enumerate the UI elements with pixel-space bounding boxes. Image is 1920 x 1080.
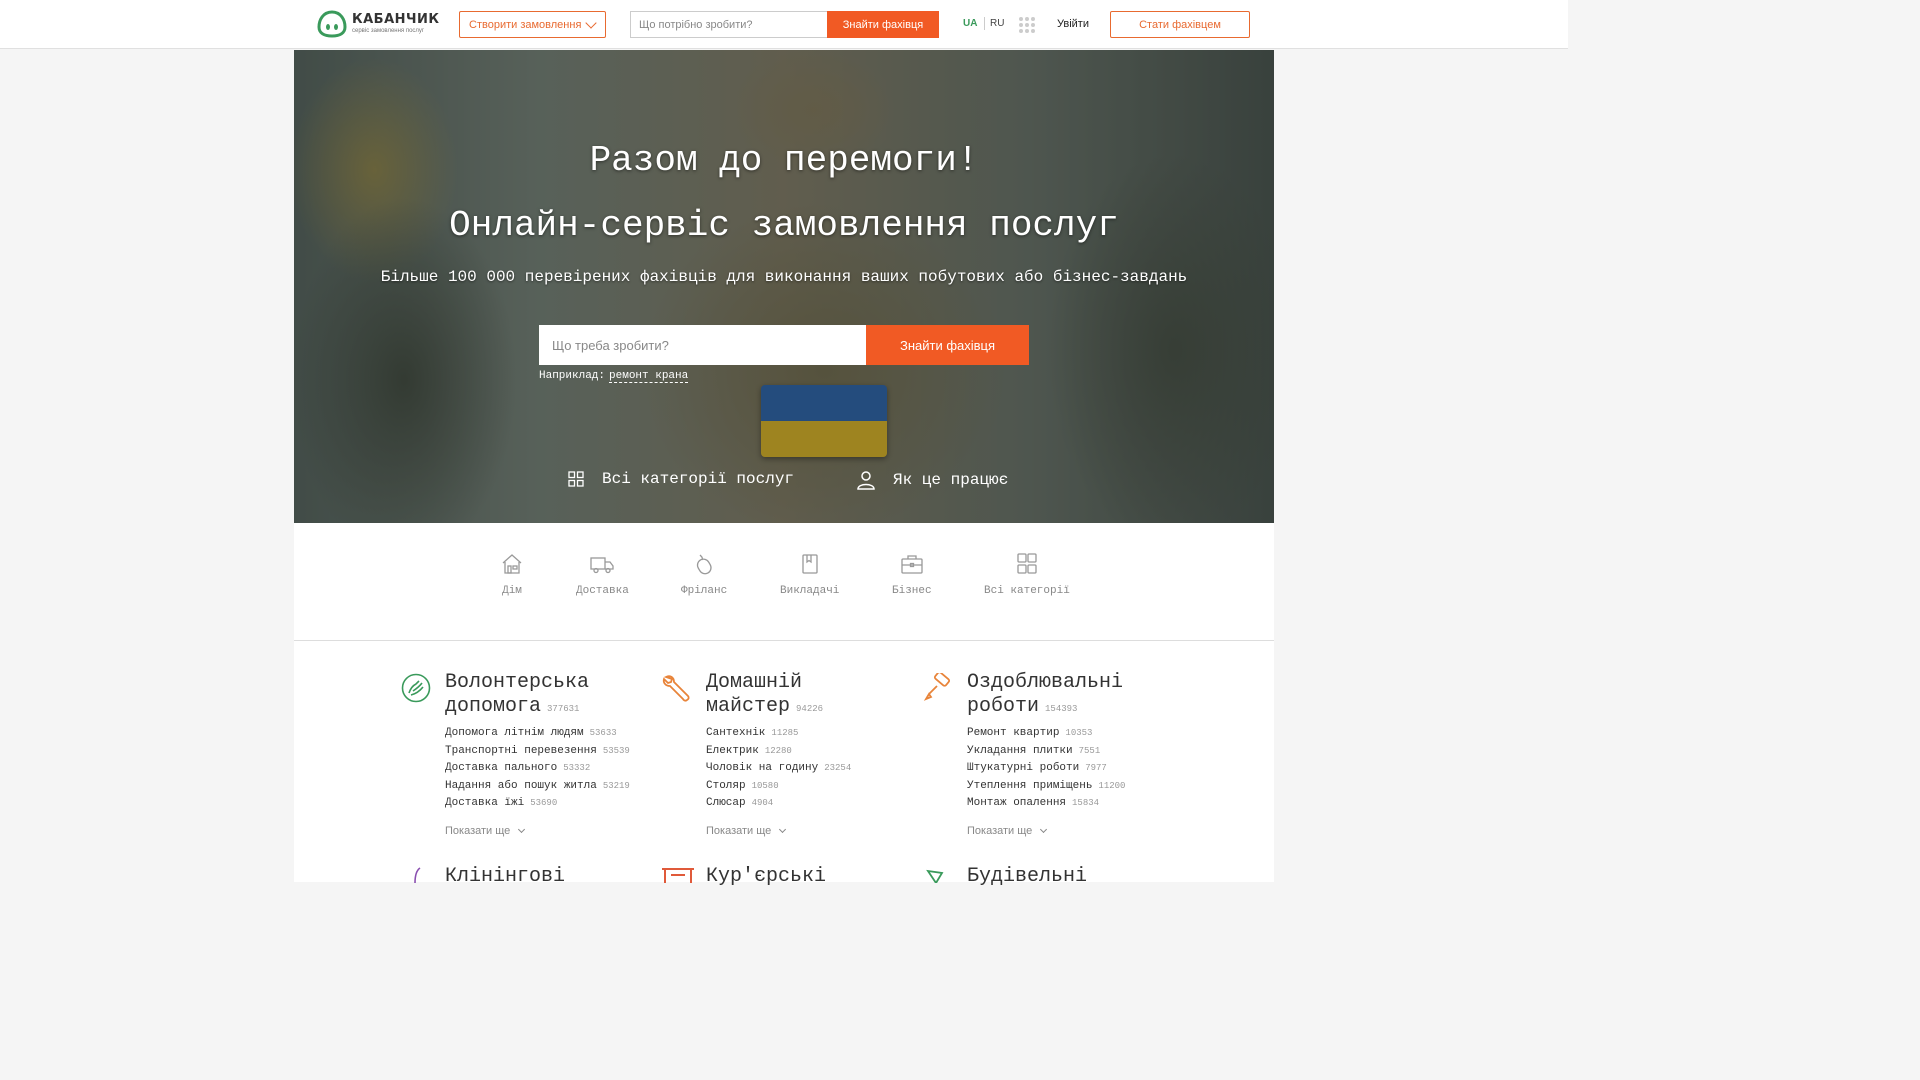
list-item[interactable]: Чоловік на годину 23254 [706, 760, 956, 778]
list-item[interactable]: Сантехнік 11285 [706, 725, 956, 743]
header-find-button[interactable]: Знайти фахівця [827, 11, 939, 38]
category-count: 94226 [796, 704, 824, 714]
category-handyman: Домашній майстер 94226 Сантехнік 11285 Еле… [662, 671, 956, 837]
briefcase-icon [901, 555, 923, 574]
paint-roller-icon [923, 673, 951, 701]
tab-delivery[interactable]: Доставка [576, 553, 629, 597]
show-more-link[interactable]: Показати ще [445, 825, 695, 837]
truck-icon [590, 557, 615, 574]
search-example: Наприклад: ремонт крана [539, 370, 689, 383]
tab-business-label: Бізнес [892, 585, 932, 597]
categories-section: Волонтерська допомога 377631 Допомога літ… [294, 641, 1274, 888]
hero-find-button[interactable]: Знайти фахівця [866, 325, 1029, 365]
show-more-link[interactable]: Показати ще [967, 825, 1217, 837]
logo-pig-icon [317, 10, 347, 38]
tab-freelance[interactable]: Фріланс [681, 553, 727, 597]
logo-tagline: сервіс замовлення послуг [352, 28, 425, 34]
list-item[interactable]: Укладання плитки 7551 [967, 743, 1217, 761]
category-finishing: Оздоблювальні роботи 154393 Ремонт кварти… [923, 671, 1217, 837]
tab-teachers[interactable]: Викладачі [780, 553, 839, 597]
cleaning-spray-icon [414, 867, 421, 883]
hero-banner: Разом до перемоги! Онлайн-сервіс замовле… [294, 50, 1274, 523]
subcategory-list: Сантехнік 11285 Електрик 12280 Чоловік на … [706, 725, 956, 813]
category-cleaning-title[interactable]: Клінінгові [445, 865, 565, 888]
apps-grid-icon[interactable] [1019, 17, 1035, 33]
category-tabs: Дім Доставка Фріланс Викладачі Бізнес Вс… [294, 523, 1274, 641]
create-order-label: Створити замовлення [469, 18, 582, 31]
list-item[interactable]: Доставка пального 53332 [445, 760, 695, 778]
category-title[interactable]: Волонтерська допомога 377631 [445, 671, 695, 721]
how-it-works-link[interactable]: Як це працює [857, 470, 1008, 490]
category-count: 154393 [1045, 704, 1078, 714]
tab-delivery-label: Доставка [576, 585, 629, 597]
example-label: Наприклад: [539, 370, 606, 382]
volunteer-hand-icon [401, 673, 431, 703]
book-icon [802, 554, 818, 574]
lang-divider [984, 17, 985, 30]
wrench-icon [662, 675, 690, 702]
logo[interactable]: КАБАНЧИК сервіс замовлення послуг [317, 10, 440, 38]
tab-home-label: Дім [502, 585, 522, 597]
tab-all-categories[interactable]: Всі категорії [984, 553, 1070, 597]
hero-title-slogan: Разом до перемоги! [589, 140, 979, 181]
become-specialist-button[interactable]: Стати фахівцем [1110, 11, 1250, 38]
login-link[interactable]: Увійти [1057, 18, 1089, 30]
lang-ua[interactable]: UA [963, 18, 977, 29]
tab-freelance-label: Фріланс [681, 585, 728, 597]
mouse-icon [696, 554, 712, 575]
category-title[interactable]: Оздоблювальні роботи 154393 [967, 671, 1217, 721]
category-courier-title[interactable]: Кур'єрські [706, 865, 826, 888]
list-item[interactable]: Столяр 10580 [706, 778, 956, 796]
list-item[interactable]: Транспортні перевезення 53539 [445, 743, 695, 761]
category-title[interactable]: Домашній майстер 94226 [706, 671, 956, 721]
list-item[interactable]: Допомога літнім людям 53633 [445, 725, 695, 743]
list-item[interactable]: Утеплення приміщень 11200 [967, 778, 1217, 796]
example-link[interactable]: ремонт крана [609, 370, 689, 383]
grid-icon [568, 471, 584, 487]
grid-icon [1017, 553, 1037, 574]
list-item[interactable]: Електрик 12280 [706, 743, 956, 761]
tab-all-categories-label: Всі категорії [984, 585, 1070, 597]
category-construction-title[interactable]: Будівельні [967, 865, 1087, 888]
construction-trowel-icon [926, 869, 944, 883]
hero-title: Онлайн-сервіс замовлення послуг [449, 205, 1119, 246]
category-count: 377631 [547, 704, 580, 714]
chevron-down-icon [518, 825, 526, 833]
all-categories-label: Всі категорії послуг [602, 470, 795, 488]
list-item[interactable]: Надання або пошук житла 53219 [445, 778, 695, 796]
top-header: КАБАНЧИК сервіс замовлення послуг Створи… [0, 0, 1568, 49]
list-item[interactable]: Слюсар 4904 [706, 795, 956, 813]
tab-business[interactable]: Бізнес [892, 553, 932, 597]
hero-subtitle: Більше 100 000 перевірених фахівців для … [380, 268, 1188, 286]
list-item[interactable]: Доставка їжі 53690 [445, 795, 695, 813]
tab-teachers-label: Викладачі [780, 585, 840, 597]
list-item[interactable]: Монтаж опалення 15834 [967, 795, 1217, 813]
house-icon [502, 554, 522, 574]
header-search-input[interactable] [630, 11, 828, 38]
list-item[interactable]: Ремонт квартир 10353 [967, 725, 1217, 743]
how-it-works-label: Як це працює [893, 471, 1009, 489]
show-more-link[interactable]: Показати ще [706, 825, 956, 837]
person-icon [857, 471, 875, 490]
subcategory-list: Ремонт квартир 10353 Укладання плитки 7551… [967, 725, 1217, 813]
chevron-down-icon [585, 17, 597, 29]
courier-box-icon [662, 868, 694, 883]
subcategory-list: Допомога літнім людям 53633 Транспортні п… [445, 725, 695, 813]
lang-ru[interactable]: RU [990, 18, 1004, 29]
create-order-dropdown[interactable]: Створити замовлення [459, 11, 606, 38]
chevron-down-icon [1040, 825, 1048, 833]
tab-home[interactable]: Дім [500, 553, 524, 597]
logo-name: КАБАНЧИК [352, 12, 440, 27]
hero-search-input[interactable] [539, 325, 866, 365]
category-volunteer: Волонтерська допомога 377631 Допомога літ… [401, 671, 695, 837]
all-categories-link[interactable]: Всі категорії послуг [568, 470, 794, 488]
list-item[interactable]: Штукатурні роботи 7977 [967, 760, 1217, 778]
chevron-down-icon [779, 825, 787, 833]
